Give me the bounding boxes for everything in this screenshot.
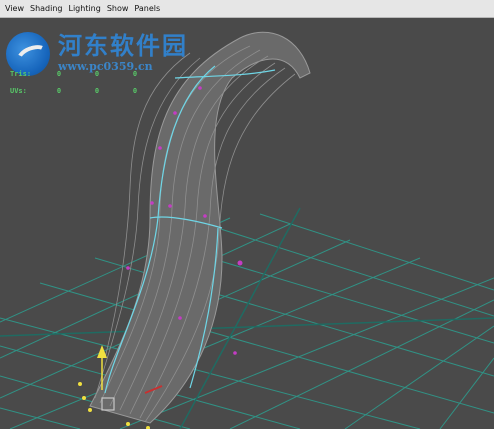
menu-view[interactable]: View xyxy=(5,4,24,13)
hud-value: 0 xyxy=(56,87,62,95)
menu-panels[interactable]: Panels xyxy=(134,4,160,13)
hud-value: 0 xyxy=(132,87,138,95)
menu-lighting[interactable]: Lighting xyxy=(68,4,100,13)
hud-value: 0 xyxy=(56,70,62,78)
hud-label: Tris: xyxy=(10,70,32,78)
hud-value: 0 xyxy=(94,87,100,95)
grid-axis xyxy=(0,207,494,429)
3d-viewport[interactable]: 河东软件园 www.pc0359.cn Tris: 0 0 0 UVs: 0 0… xyxy=(0,18,494,429)
viewport-menubar: View Shading Lighting Show Panels xyxy=(0,0,494,18)
hud-value: 0 xyxy=(94,70,100,78)
heads-up-display: Tris: 0 0 0 UVs: 0 0 0 xyxy=(10,66,154,100)
ground-grid xyxy=(0,213,494,429)
hud-row-uvs: UVs: 0 0 0 xyxy=(10,83,154,100)
hud-row-tris: Tris: 0 0 0 xyxy=(10,66,154,83)
menu-show[interactable]: Show xyxy=(107,4,129,13)
hud-value: 0 xyxy=(132,70,138,78)
menu-shading[interactable]: Shading xyxy=(30,4,63,13)
watermark-title: 河东软件园 xyxy=(58,31,188,60)
hud-label: UVs: xyxy=(10,87,27,95)
